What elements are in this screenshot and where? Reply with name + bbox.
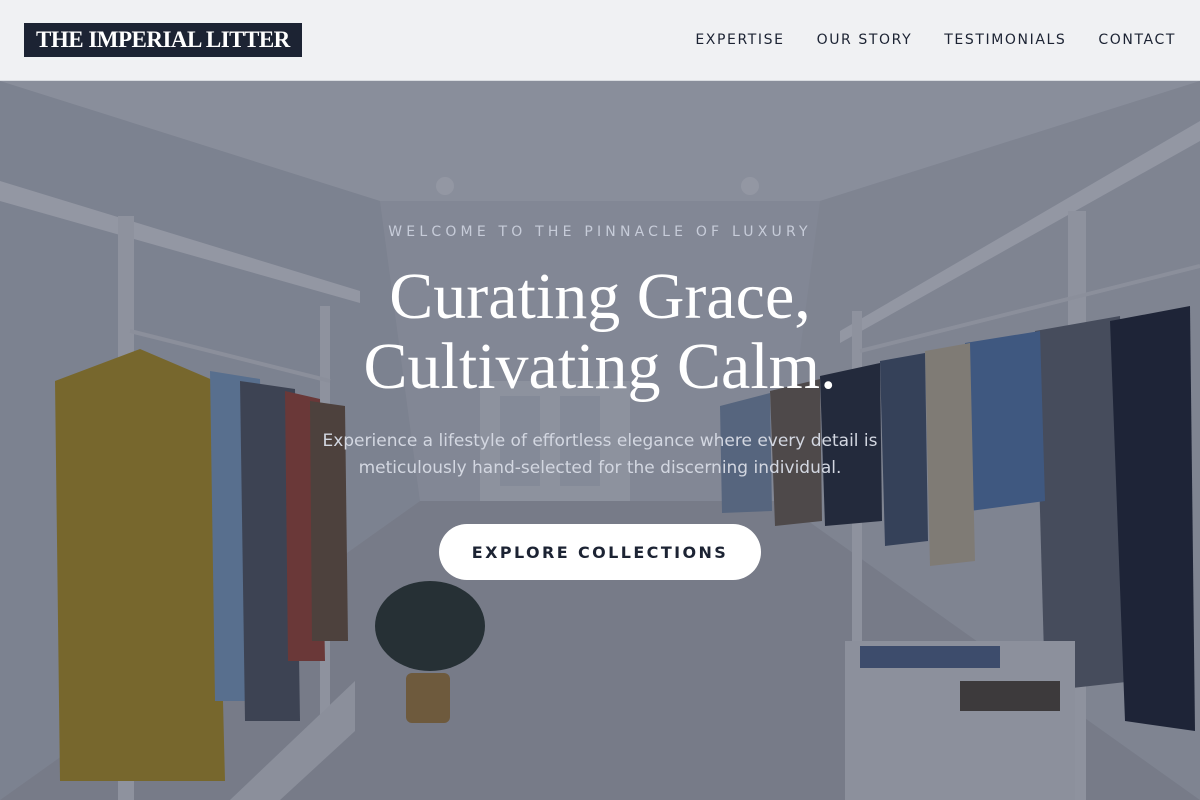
hero-content: WELCOME TO THE PINNACLE OF LUXURY Curati…	[0, 81, 1200, 800]
site-logo[interactable]: THE IMPERIAL LITTER	[24, 23, 302, 57]
nav-link-contact[interactable]: CONTACT	[1098, 32, 1176, 48]
hero-subtitle: Experience a lifestyle of effortless ele…	[322, 428, 877, 482]
hero-headline: Curating Grace, Cultivating Calm.	[364, 262, 837, 402]
nav-link-testimonials[interactable]: TESTIMONIALS	[944, 32, 1066, 48]
nav-link-expertise[interactable]: EXPERTISE	[695, 32, 784, 48]
nav-link-our-story[interactable]: OUR STORY	[817, 32, 913, 48]
hero-subtitle-line-1: Experience a lifestyle of effortless ele…	[322, 431, 878, 451]
site-header: THE IMPERIAL LITTER EXPERTISE OUR STORY …	[0, 0, 1200, 81]
main-nav: EXPERTISE OUR STORY TESTIMONIALS CONTACT	[695, 32, 1176, 48]
hero-headline-line-1: Curating Grace,	[389, 260, 811, 333]
explore-collections-button[interactable]: EXPLORE COLLECTIONS	[439, 524, 761, 580]
hero-subtitle-line-2: meticulously hand-selected for the disce…	[358, 458, 842, 478]
hero-eyebrow: WELCOME TO THE PINNACLE OF LUXURY	[388, 224, 812, 240]
hero-headline-line-2: Cultivating Calm.	[363, 330, 837, 403]
hero-section: WELCOME TO THE PINNACLE OF LUXURY Curati…	[0, 81, 1200, 800]
